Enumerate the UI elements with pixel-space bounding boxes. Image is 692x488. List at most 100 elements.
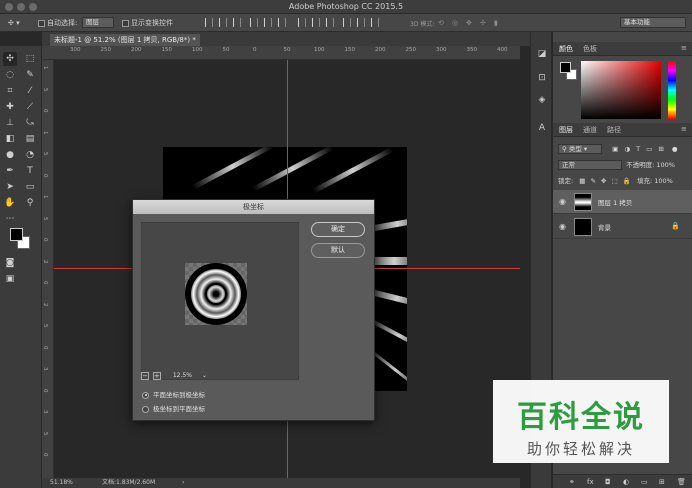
align-hcenter-icon[interactable] [264, 18, 272, 27]
dodge-tool-icon[interactable]: ◔ [23, 148, 37, 162]
auto-select-dropdown[interactable]: 图层 [82, 17, 114, 28]
distribute-bottom-icon[interactable] [326, 18, 334, 27]
eraser-tool-icon[interactable]: ◧ [3, 132, 17, 146]
lasso-tool-icon[interactable]: ◌ [3, 68, 17, 82]
distribute-top-icon[interactable] [298, 18, 306, 27]
move-tool-icon[interactable]: ✣ ▾ [8, 17, 20, 29]
layer-filter-dropdown[interactable]: ⚲ 类型 ▾ [558, 144, 602, 154]
distribute-right-icon[interactable] [371, 18, 379, 27]
horizontal-ruler[interactable]: 300 250 200 150 100 50 0 50 100 150 200 250 300 350 40… [42, 46, 520, 60]
distribute-vcenter-icon[interactable] [312, 18, 320, 27]
properties-panel-icon[interactable]: ⊡ [536, 72, 548, 84]
zoom-dropdown-chevron-icon[interactable]: ⌄ [202, 372, 207, 379]
layer-row[interactable]: ◉ 背景 🔒 [553, 215, 692, 239]
panel-menu-icon[interactable]: ≡ [681, 44, 687, 52]
default-button[interactable]: 默认 [311, 243, 365, 258]
character-panel-icon[interactable]: A [536, 122, 548, 134]
hue-slider[interactable] [668, 61, 676, 119]
slide-3d-icon[interactable]: ✢ [480, 17, 486, 29]
fill-value[interactable]: 100% [654, 177, 673, 185]
shape-tool-icon[interactable]: ▭ [23, 180, 37, 194]
layer-style-icon[interactable]: fx [587, 478, 594, 486]
roll-3d-icon[interactable]: ◎ [452, 17, 458, 29]
auto-select-checkbox[interactable]: 自动选择: [38, 17, 77, 29]
color-picker-field[interactable] [581, 61, 661, 119]
document-tab[interactable]: 未标题-1 @ 51.2% (图层 1 拷贝, RGB/8*) * [50, 34, 200, 46]
gradient-tool-icon[interactable]: ▤ [23, 132, 37, 146]
lock-artboard-icon[interactable]: ⬚ [612, 177, 618, 185]
delete-layer-icon[interactable]: 🗑 [677, 478, 686, 486]
crop-tool-icon[interactable]: ⌗ [3, 84, 17, 98]
tab-paths[interactable]: 路径 [607, 125, 621, 135]
rect-to-polar-radio[interactable] [142, 391, 149, 399]
marquee-tool-icon[interactable]: ⬚ [23, 52, 37, 66]
align-top-icon[interactable] [205, 18, 213, 27]
visibility-eye-icon[interactable]: ◉ [559, 222, 568, 231]
blend-mode-dropdown[interactable]: 正常 [558, 160, 622, 170]
polar-to-rect-option[interactable]: 极坐标到平面坐标 [142, 404, 205, 414]
vertical-ruler[interactable]: 1 5 0 1 5 0 1 5 0 2 0 2 5 0 3 0 3 5 0 [42, 60, 54, 478]
filter-preview[interactable] [141, 222, 299, 380]
path-select-tool-icon[interactable]: ➤ [3, 180, 17, 194]
move-tool-icon[interactable]: ✣ [3, 52, 17, 66]
status-chevron-icon[interactable]: › [182, 478, 184, 488]
visibility-eye-icon[interactable]: ◉ [559, 197, 568, 206]
rotate-3d-icon[interactable]: ⟲ [438, 17, 444, 29]
adjustment-layer-icon[interactable]: ◐ [623, 478, 629, 486]
hand-tool-icon[interactable]: ✋ [3, 196, 17, 210]
lock-position-icon[interactable]: ✥ [601, 177, 606, 185]
lock-all-icon[interactable]: 🔒 [623, 177, 631, 185]
distribute-left-icon[interactable] [343, 18, 351, 27]
adjustments-panel-icon[interactable]: ◈ [536, 94, 548, 106]
rect-to-polar-option[interactable]: 平面坐标到极坐标 [142, 390, 205, 400]
stamp-tool-icon[interactable]: ⊥ [3, 116, 17, 130]
layers-menu-icon[interactable]: ≡ [681, 125, 687, 133]
zoom-level[interactable]: 51.18% [50, 478, 73, 488]
new-group-icon[interactable]: ▭ [641, 478, 648, 486]
healing-tool-icon[interactable]: ✚ [3, 100, 17, 114]
align-left-icon[interactable] [250, 18, 258, 27]
layer-row[interactable]: ◉ 图层 1 拷贝 [553, 190, 692, 214]
tab-layers[interactable]: 图层 [559, 125, 573, 135]
type-tool-icon[interactable]: T [23, 164, 37, 178]
ok-button[interactable]: 确定 [311, 222, 365, 237]
panel-foreground-swatch[interactable] [560, 62, 571, 73]
eyedropper-tool-icon[interactable]: ⁄ [23, 84, 37, 98]
filter-pixel-icon[interactable]: ▣ [612, 145, 618, 153]
layer-name[interactable]: 背景 [598, 222, 611, 232]
polar-to-rect-radio[interactable] [142, 405, 149, 413]
screen-mode-icon[interactable]: ▣ [3, 272, 17, 286]
brush-tool-icon[interactable]: ⟋ [23, 100, 37, 114]
filter-shape-icon[interactable]: ▭ [646, 145, 652, 153]
filter-smart-icon[interactable]: ⊞ [658, 145, 663, 153]
quick-select-tool-icon[interactable]: ✎ [23, 68, 37, 82]
pen-tool-icon[interactable]: ✒ [3, 164, 17, 178]
tab-swatches[interactable]: 色板 [583, 44, 597, 54]
blur-tool-icon[interactable]: ● [3, 148, 17, 162]
tab-channels[interactable]: 通道 [583, 125, 597, 135]
workspace-dropdown[interactable]: 基本功能 [620, 17, 686, 28]
layer-mask-icon[interactable]: ◘ [605, 478, 611, 486]
show-transform-checkbox[interactable]: 显示变换控件 [122, 17, 173, 29]
history-brush-tool-icon[interactable]: ⤿ [23, 116, 37, 130]
distribute-hcenter-icon[interactable] [357, 18, 365, 27]
align-bottom-icon[interactable] [233, 18, 241, 27]
link-layers-icon[interactable]: ⚭ [569, 478, 575, 486]
new-layer-icon[interactable]: ⊞ [659, 478, 665, 486]
align-right-icon[interactable] [278, 18, 286, 27]
drag-3d-icon[interactable]: ✥ [466, 17, 472, 29]
quick-mask-icon[interactable]: ◙ [3, 256, 17, 270]
filter-adjust-icon[interactable]: ◑ [624, 145, 630, 153]
more-tools-icon[interactable]: ⋯ [3, 212, 17, 226]
lock-pixels-icon[interactable]: ✎ [591, 177, 596, 185]
filter-toggle-icon[interactable]: ● [672, 145, 678, 153]
zoom-tool-icon[interactable]: ⚲ [23, 196, 37, 210]
zoom-in-button[interactable]: + [152, 371, 161, 380]
opacity-value[interactable]: 100% [656, 161, 675, 169]
tab-color[interactable]: 颜色 [559, 44, 573, 54]
scale-3d-icon[interactable]: ▮ [494, 17, 498, 29]
layer-name[interactable]: 图层 1 拷贝 [598, 197, 632, 207]
align-vcenter-icon[interactable] [219, 18, 227, 27]
history-panel-icon[interactable]: ◪ [536, 48, 548, 60]
lock-transparent-icon[interactable]: ▦ [579, 177, 585, 185]
